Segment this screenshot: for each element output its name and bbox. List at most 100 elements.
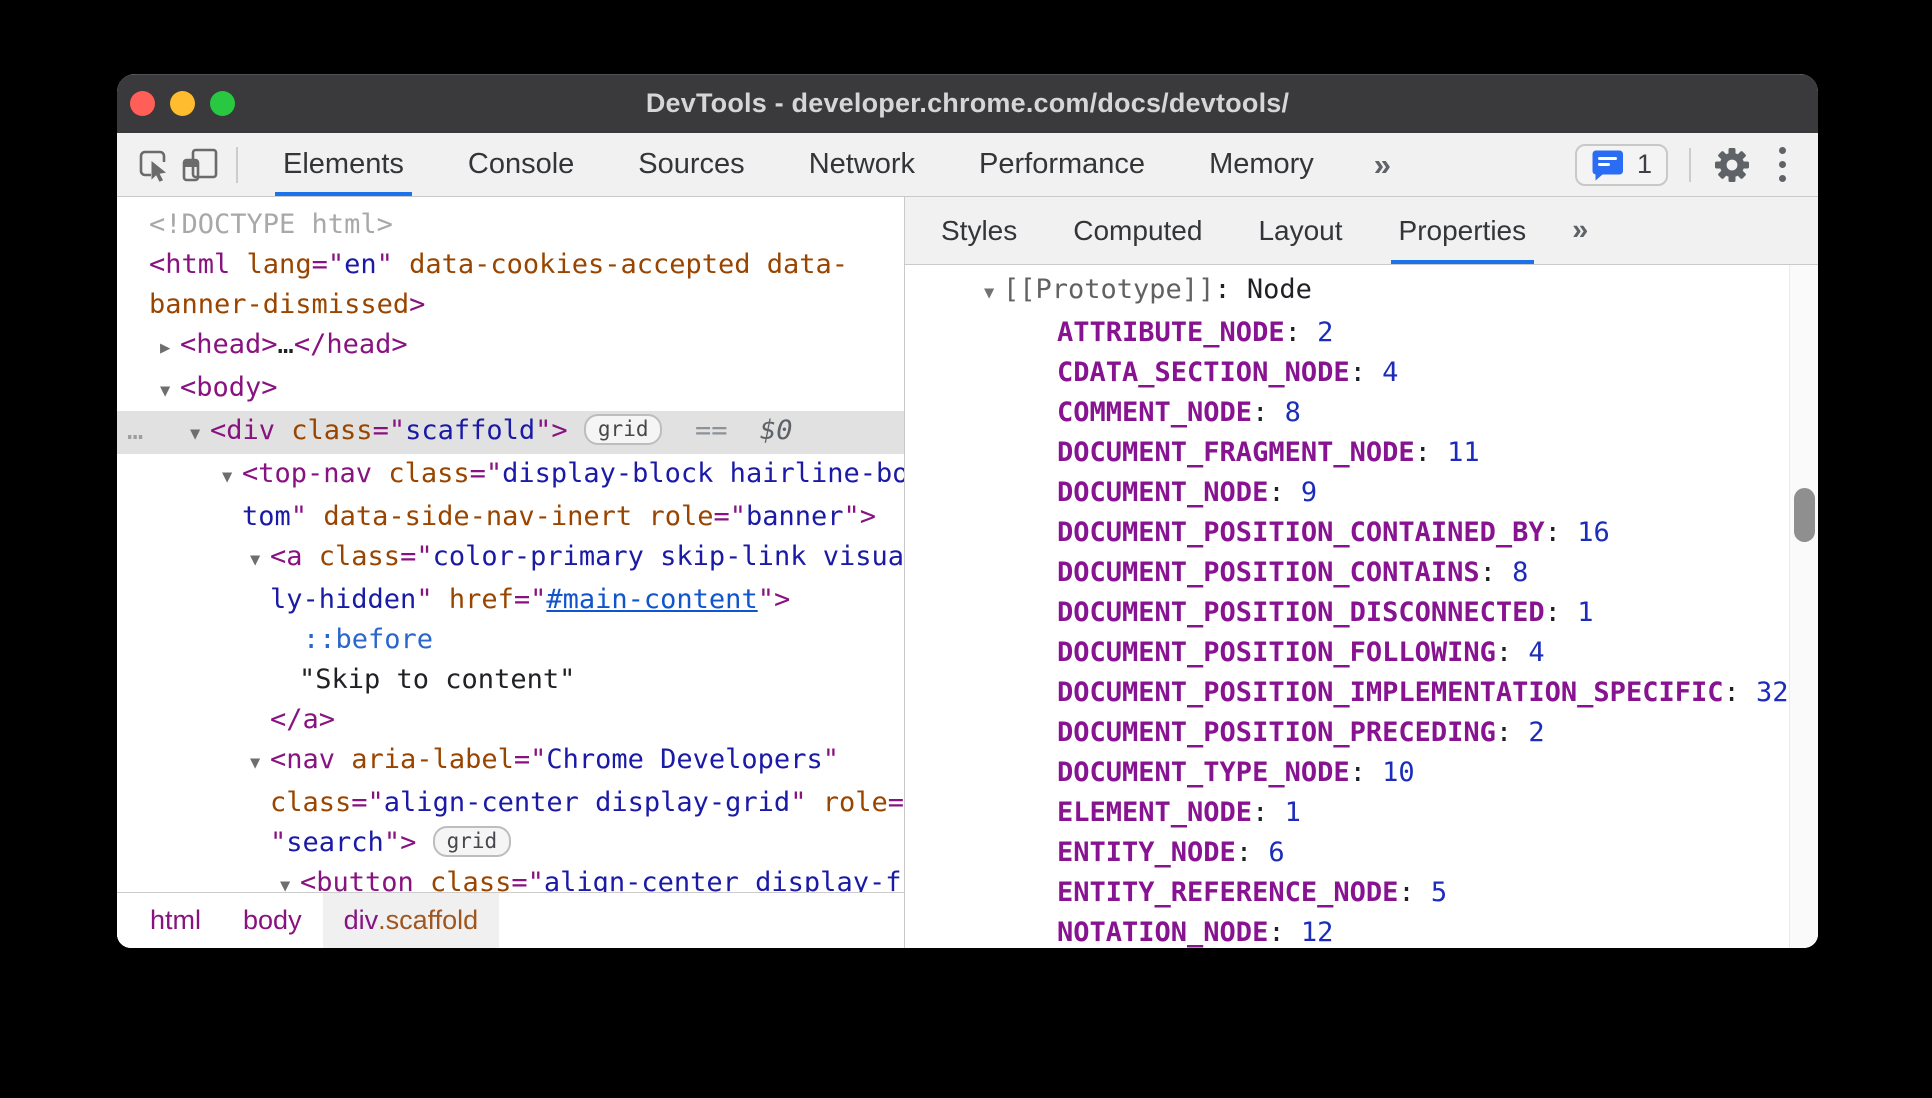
dom-tree-row[interactable]: ly-hidden" href="#main-content"> [117,580,904,620]
dom-tree-row[interactable]: ▼ <top-nav class="display-block hairline-… [117,454,904,497]
zoom-window-button[interactable] [210,91,235,116]
property-row[interactable]: DOCUMENT_POSITION_FOLLOWING: 4 [905,633,1818,673]
breadcrumb-segment: html [150,905,202,935]
expand-arrow-open-icon[interactable]: ▼ [280,866,300,892]
row-overflow-dots[interactable]: … [127,411,145,451]
syntax-segment-text: "Skip to content" [299,664,576,695]
grid-badge[interactable]: grid [432,826,512,857]
kebab-menu-icon [1779,147,1786,182]
more-panels-button[interactable]: » [1368,133,1397,196]
property-row[interactable]: DOCUMENT_POSITION_PRECEDING: 2 [905,713,1818,753]
property-row[interactable]: DOCUMENT_FRAGMENT_NODE: 11 [905,433,1818,473]
breadcrumb-item[interactable]: div .scaffold [322,893,500,948]
elements-panel: <!DOCTYPE html> <html lang="en" data-cook… [117,197,905,948]
dom-tree-row[interactable]: "Skip to content" [117,660,904,700]
expand-arrow-open-icon[interactable]: ▼ [984,273,1003,313]
syntax-segment-tag: " [290,501,308,532]
dom-tree-row[interactable]: <html lang="en" data-cookies-accepted da… [117,245,904,285]
syntax-segment-val: scaffold [405,415,536,446]
grid-badge[interactable]: grid [583,414,663,445]
scrollbar-track[interactable] [1789,265,1818,948]
syntax-segment-attr: data-cookies-accepted [409,249,751,280]
property-row[interactable]: DOCUMENT_POSITION_CONTAINS: 8 [905,553,1818,593]
breadcrumb-item[interactable]: html [129,893,222,948]
syntax-segment-doctype: <!DOCTYPE html> [149,209,393,240]
panel-tabs: Elements Console Sources Network Performance… [251,133,1346,196]
syntax-segment-tag: =" [513,744,547,775]
expand-arrow-open-icon[interactable]: ▼ [190,414,210,454]
dom-tree-row[interactable]: ▶ <head>…</head> [117,325,904,368]
property-row[interactable]: DOCUMENT_NODE: 9 [905,473,1818,513]
syntax-segment-pname: DOCUMENT_POSITION_CONTAINED_BY [1057,517,1545,548]
syntax-segment-pnum: 4 [1382,357,1399,388]
close-window-button[interactable] [130,91,155,116]
property-row[interactable]: DOCUMENT_TYPE_NODE: 10 [905,753,1818,793]
property-row[interactable]: DOCUMENT_POSITION_DISCONNECTED: 1 [905,593,1818,633]
titlebar[interactable]: DevTools - developer.chrome.com/docs/dev… [117,74,1818,133]
syntax-segment-colon: : [1284,317,1318,348]
syntax-segment-plain [632,501,648,532]
tab-performance[interactable]: Performance [947,133,1177,196]
property-row[interactable]: NOTATION_NODE: 12 [905,913,1818,948]
device-toolbar-button[interactable] [177,133,223,196]
property-row[interactable]: CDATA_SECTION_NODE: 4 [905,353,1818,393]
syntax-segment-val: tom [242,501,291,532]
settings-button[interactable] [1712,133,1752,196]
sidebar-tab-properties[interactable]: Properties [1371,197,1555,264]
tab-network[interactable]: Network [777,133,947,196]
property-row[interactable]: ELEMENT_NODE: 1 [905,793,1818,833]
sidebar-tab-computed[interactable]: Computed [1045,197,1230,264]
dom-tree-row[interactable]: ::before [117,620,904,660]
tab-elements[interactable]: Elements [251,133,436,196]
syntax-segment-plain [393,249,409,280]
scrollbar-thumb[interactable] [1794,488,1815,542]
property-row[interactable]: ENTITY_NODE: 6 [905,833,1818,873]
property-row[interactable]: DOCUMENT_POSITION_IMPLEMENTATION_SPECIFI… [905,673,1818,713]
sidebar-more-tabs-button[interactable]: » [1562,197,1598,264]
inspect-element-button[interactable] [131,133,177,196]
dom-tree-row[interactable]: banner-dismissed> [117,285,904,325]
breadcrumb-item[interactable]: body [222,893,323,948]
expand-arrow-open-icon[interactable]: ▼ [222,457,242,497]
tab-console[interactable]: Console [436,133,606,196]
property-row[interactable]: ENTITY_REFERENCE_NODE: 5 [905,873,1818,913]
sidebar-tab-layout[interactable]: Layout [1230,197,1370,264]
expand-arrow-open-icon[interactable]: ▼ [250,743,270,783]
breadcrumb-segment: body [243,905,302,935]
dom-tree-row[interactable]: ▼ <button class="align-center display-f [117,863,904,892]
dom-tree-row-selected[interactable]: … ▼ <div class="scaffold"> grid == $0 [117,411,904,454]
syntax-segment-pname: DOCUMENT_POSITION_PRECEDING [1057,717,1496,748]
property-row[interactable]: ▼ [[Prototype]]: Node [905,270,1818,313]
minimize-window-button[interactable] [170,91,195,116]
syntax-segment-pname: DOCUMENT_POSITION_DISCONNECTED [1057,597,1545,628]
issues-messages-button[interactable]: 1 [1574,143,1668,186]
syntax-segment-tag: =" [311,249,345,280]
syntax-segment-attr: class [270,787,352,818]
dom-tree-row[interactable]: <!DOCTYPE html> [117,205,904,245]
main-menu-button[interactable] [1773,141,1792,188]
syntax-segment-colon: : [1479,557,1513,588]
expand-arrow-open-icon[interactable]: ▼ [160,371,180,411]
expand-arrow-open-icon[interactable]: ▼ [250,540,270,580]
syntax-segment-pnum: 1 [1284,797,1301,828]
expand-arrow-closed-icon[interactable]: ▶ [160,328,180,368]
dom-tree-row[interactable]: ▼ <body> [117,368,904,411]
syntax-segment-plain: Node [1246,274,1312,305]
dom-tree-row[interactable]: ▼ <nav aria-label="Chrome Developers" [117,740,904,783]
syntax-segment-plain [568,415,584,446]
property-row[interactable]: DOCUMENT_POSITION_CONTAINED_BY: 16 [905,513,1818,553]
syntax-segment-colon: : [1495,637,1529,668]
dom-tree-row[interactable]: tom" data-side-nav-inert role="banner"> [117,497,904,537]
sidebar-tab-styles[interactable]: Styles [913,197,1045,264]
dom-tree-row[interactable]: "search"> grid [117,823,904,863]
property-row[interactable]: COMMENT_NODE: 8 [905,393,1818,433]
dom-tree-row[interactable]: </a> [117,700,904,740]
syntax-segment-colon: : [1268,917,1301,948]
dom-tree-row[interactable]: class="align-center display-grid" role= [117,783,904,823]
tab-memory[interactable]: Memory [1177,133,1346,196]
toolbar-divider [236,146,238,183]
dom-tree-row[interactable]: ▼ <a class="color-primary skip-link visua [117,537,904,580]
syntax-segment-link[interactable]: #main-content [546,584,757,615]
tab-sources[interactable]: Sources [606,133,776,196]
property-row[interactable]: ATTRIBUTE_NODE: 2 [905,313,1818,353]
